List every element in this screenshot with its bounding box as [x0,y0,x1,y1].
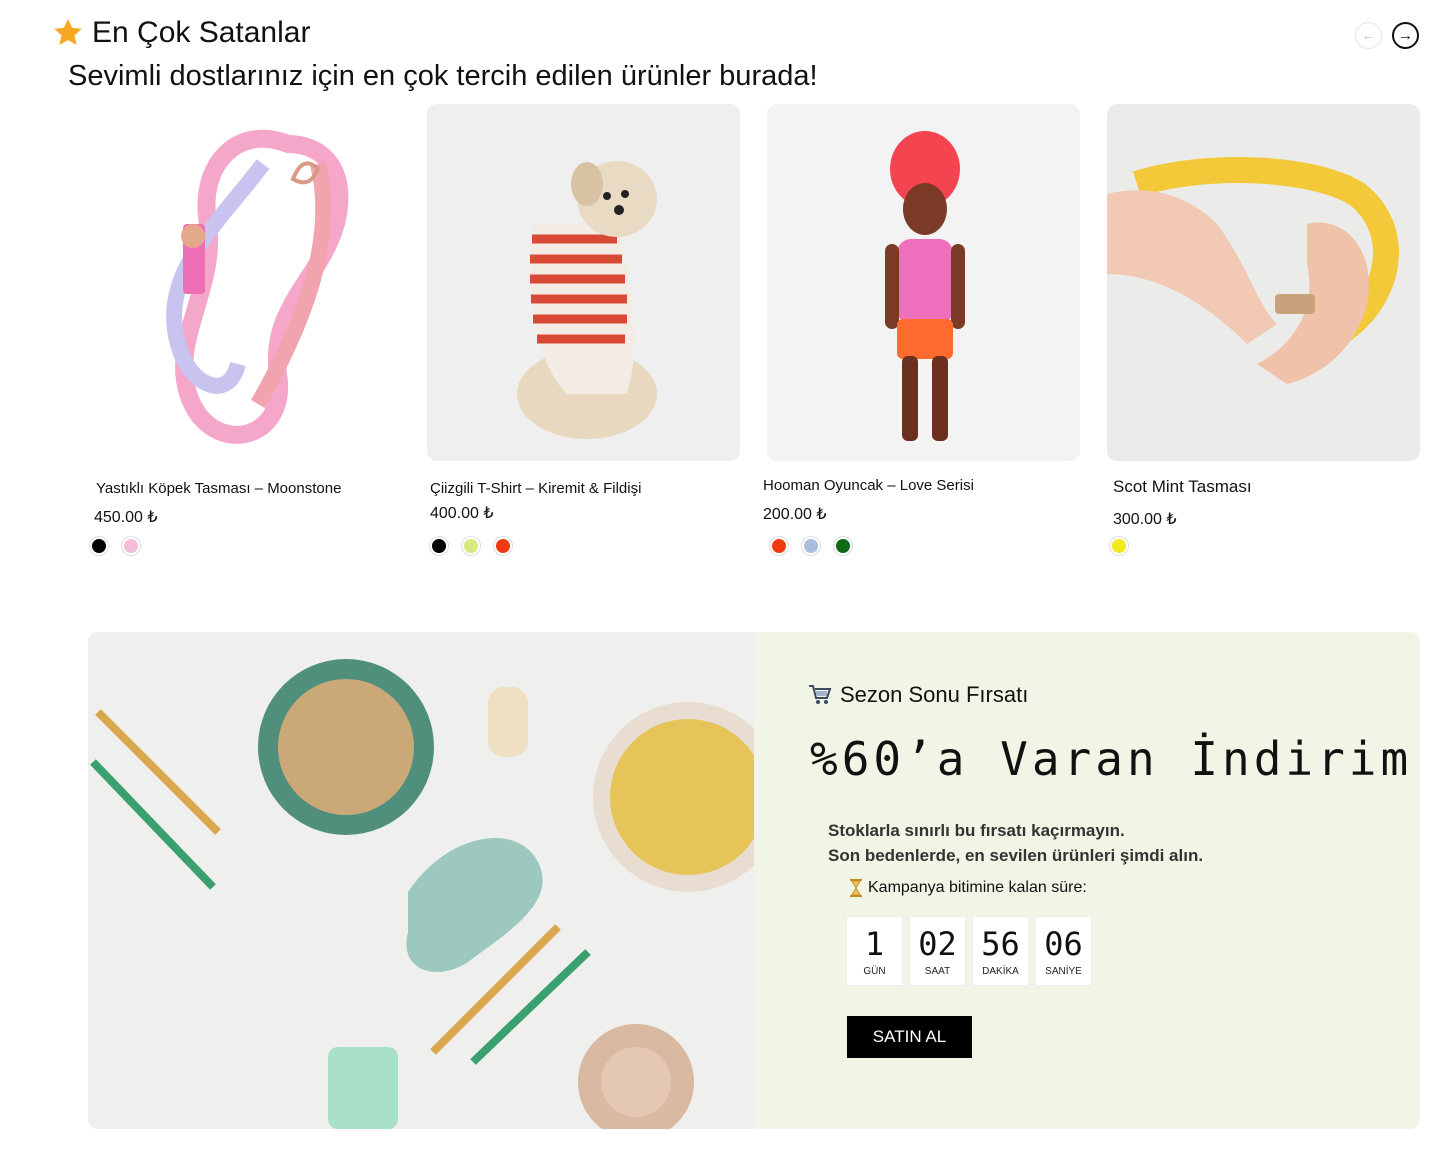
carousel-next-button[interactable]: → [1392,22,1419,49]
product-image[interactable] [1107,104,1420,461]
color-swatch[interactable] [122,537,140,555]
promo-desc-line: Stoklarla sınırlı bu fırsatı kaçırmayın. [828,821,1125,840]
countdown-timer: 1 GÜN 02 SAAT 56 DAKİKA 06 SANİYE [847,917,1091,985]
timer-label: Kampanya bitimine kalan süre: [850,879,1087,897]
color-swatch[interactable] [462,537,480,555]
color-swatches [90,537,140,555]
color-swatches [1110,537,1128,555]
timer-value: 02 [918,924,957,963]
timer-minutes: 56 DAKİKA [973,917,1028,985]
color-swatch[interactable] [430,537,448,555]
carousel-prev-button[interactable]: ← [1355,22,1382,49]
timer-unit: DAKİKA [982,965,1019,977]
shopping-cart-icon [809,685,832,704]
hourglass-icon [850,879,862,897]
product-image[interactable] [767,104,1080,461]
arrow-right-icon: → [1398,27,1413,44]
color-swatch[interactable] [1110,537,1128,555]
promo-content: Sezon Sonu Fırsatı %60’a Varan İndirim! … [754,632,1420,1129]
product-price: 400.00 ₺ [430,505,494,522]
product-card[interactable] [427,104,740,461]
buy-now-button[interactable]: SATIN AL [847,1016,972,1058]
color-swatches [770,537,852,555]
timer-hours: 02 SAAT [910,917,965,985]
star-icon [54,19,82,45]
product-price: 300.00 ₺ [1113,511,1177,528]
product-image[interactable] [88,104,401,461]
timer-unit: GÜN [863,965,886,977]
product-price: 200.00 ₺ [763,506,827,523]
product-name[interactable]: Hooman Oyuncak – Love Serisi [763,477,974,494]
timer-value: 06 [1044,924,1083,963]
timer-value: 1 [864,924,885,963]
color-swatch[interactable] [90,537,108,555]
color-swatches [430,537,512,555]
promo-tag: Sezon Sonu Fırsatı [808,682,1028,708]
color-swatch[interactable] [834,537,852,555]
promo-title: %60’a Varan İndirim! [810,732,1420,786]
timer-days: 1 GÜN [847,917,902,985]
timer-unit: SAAT [924,965,951,977]
promo-tag-text: Sezon Sonu Fırsatı [840,682,1029,707]
timer-label-text: Kampanya bitimine kalan süre: [868,879,1087,896]
promo-desc-line: Son bedenlerde, en sevilen ürünleri şimd… [828,846,1204,865]
section-subtitle: Sevimli dostlarınız için en çok tercih e… [68,60,818,92]
promo-description: Stoklarla sınırlı bu fırsatı kaçırmayın.… [828,818,1203,868]
product-card[interactable] [1107,104,1420,461]
product-name[interactable]: Çiizgili T-Shirt – Kiremit & Fildişi [430,480,641,497]
timer-seconds: 06 SANİYE [1036,917,1091,985]
section-title: En Çok Satanlar [52,16,310,50]
product-image[interactable] [427,104,740,461]
product-name[interactable]: Scot Mint Tasması [1113,477,1252,497]
arrow-left-icon: ← [1361,27,1376,44]
product-price: 450.00 ₺ [94,509,158,526]
timer-unit: SANİYE [1045,965,1082,977]
product-card[interactable] [767,104,1080,461]
color-swatch[interactable] [494,537,512,555]
product-card[interactable] [88,104,401,461]
color-swatch[interactable] [770,537,788,555]
timer-value: 56 [981,924,1020,963]
color-swatch[interactable] [802,537,820,555]
promo-banner: Sezon Sonu Fırsatı %60’a Varan İndirim! … [88,632,1420,1129]
product-name[interactable]: Yastıklı Köpek Tasması – Moonstone [96,480,341,497]
section-title-text: En Çok Satanlar [92,16,311,49]
promo-image [88,632,783,1129]
